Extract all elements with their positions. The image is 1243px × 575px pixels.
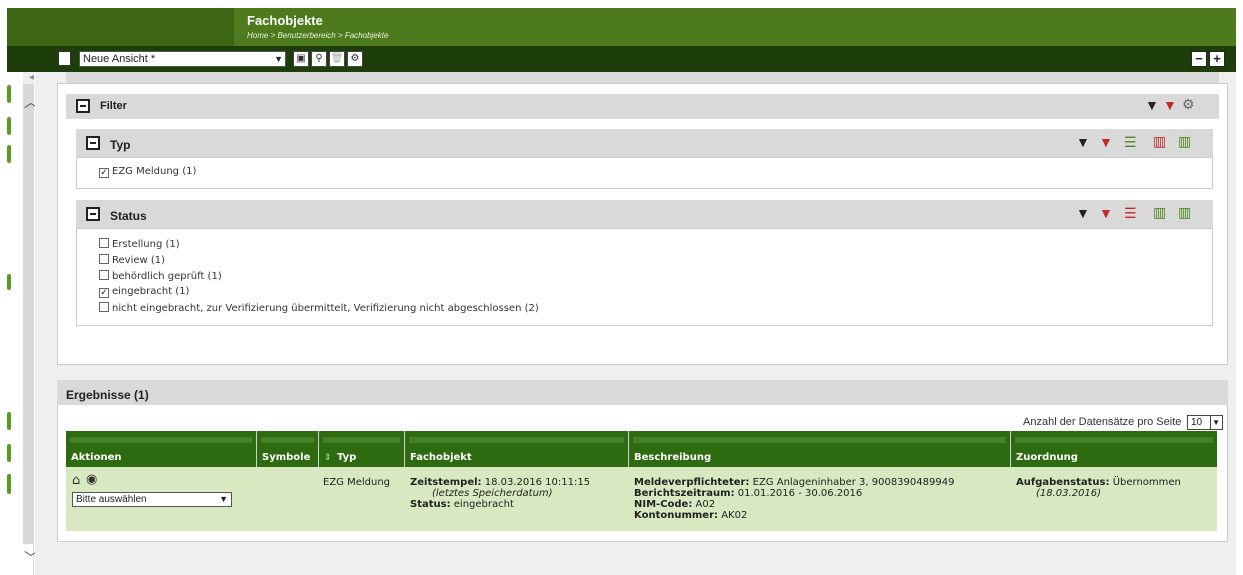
status-option-erstellung[interactable]: Erstellung (1)	[99, 238, 180, 251]
typ-collapse-icon[interactable]	[86, 136, 100, 150]
column-header-typ[interactable]: Typ ⇕	[319, 431, 405, 467]
filter-header	[66, 94, 1219, 119]
column-header-symbole[interactable]: Symbole	[257, 431, 319, 467]
indicator-mark	[7, 474, 11, 494]
indicator-mark	[7, 145, 11, 163]
filter-icon[interactable]: ▼	[1076, 135, 1090, 149]
chevron-down-icon: ▼	[219, 494, 228, 504]
header-logo-area	[7, 8, 234, 46]
cell-beschreibung: Meldeverpflichteter: EZG Anlageninhaber …	[634, 477, 955, 521]
page-title: Fachobjekte	[247, 13, 323, 28]
remove-column-icon[interactable]: ▥	[1153, 205, 1166, 219]
eye-icon[interactable]: ◉	[86, 473, 97, 486]
indicator-mark	[7, 274, 11, 290]
filter-collapse-icon[interactable]	[76, 99, 90, 113]
expand-all-icon[interactable]: +	[1209, 51, 1225, 67]
gear-icon[interactable]: ⚙	[1182, 97, 1195, 111]
filter-icon[interactable]: ▼	[1145, 98, 1159, 112]
save-view-icon[interactable]: ▣	[293, 51, 309, 67]
delete-view-icon[interactable]: 🗑	[329, 51, 345, 67]
breadcrumb[interactable]: Home > Benutzerbereich > Fachobjekte	[247, 31, 388, 40]
status-header	[76, 200, 1213, 228]
status-option-review[interactable]: Review (1)	[99, 254, 165, 267]
status-title: Status	[110, 209, 147, 223]
unlock-icon[interactable]: ⌂	[72, 474, 80, 487]
column-header-fachobjekt[interactable]: Fachobjekt	[405, 431, 629, 467]
checkbox[interactable]	[99, 302, 109, 312]
cell-fachobjekt: Zeitstempel: 18.03.2016 10:11:15 (letzte…	[410, 477, 591, 510]
chevron-down-icon: ▼	[274, 54, 283, 64]
typ-option-ezg[interactable]: ✓ EZG Meldung (1)	[99, 166, 196, 179]
deselect-all-icon[interactable]: ☰	[1124, 206, 1137, 220]
indicator-mark	[7, 444, 11, 462]
column-header-zuordnung[interactable]: Zuordnung	[1011, 431, 1217, 467]
filter-settings-icon[interactable]: ⚲	[311, 51, 327, 67]
column-header-beschreibung[interactable]: Beschreibung	[629, 431, 1011, 467]
filter-remove-icon[interactable]: ▼	[1163, 98, 1177, 112]
collapse-all-icon[interactable]: −	[1191, 51, 1207, 67]
status-option-nicht-eingebracht[interactable]: nicht eingebracht, zur Verifizierung übe…	[99, 302, 539, 315]
per-page-select[interactable]: 10 ▼	[1187, 415, 1223, 430]
view-select[interactable]: Neue Ansicht * ▼	[79, 51, 286, 67]
checkbox[interactable]	[99, 270, 109, 280]
cell-zuordnung: Aufgabenstatus: Übernommen (18.03.2016)	[1016, 477, 1181, 499]
remove-column-icon[interactable]: ▥	[1153, 134, 1166, 148]
typ-header	[76, 129, 1213, 157]
select-all-icon[interactable]: ☰	[1124, 135, 1137, 149]
checkbox-checked[interactable]: ✓	[99, 288, 109, 298]
action-select[interactable]: Bitte auswählen ▼	[72, 492, 232, 507]
gear-icon[interactable]: ⚙	[347, 51, 363, 67]
typ-body	[76, 157, 1213, 189]
column-header-aktionen[interactable]: Aktionen	[66, 431, 257, 467]
checkbox[interactable]	[99, 238, 109, 248]
per-page-label: Anzahl der Datensätze pro Seite	[1023, 416, 1182, 428]
status-option-eingebracht[interactable]: ✓ eingebracht (1)	[99, 286, 189, 299]
filter-remove-icon[interactable]: ▼	[1099, 135, 1113, 149]
view-select-value: Neue Ansicht *	[83, 53, 156, 65]
typ-title: Typ	[110, 138, 131, 152]
table-row[interactable]: ⌂ ◉ EZG Meldung Zeitstempel: 18.03.2016 …	[66, 467, 1217, 531]
results-title: Ergebnisse (1)	[66, 388, 149, 402]
checkbox-checked[interactable]: ✓	[99, 168, 109, 178]
chevron-down-icon: ▼	[1210, 416, 1220, 429]
scrollbar-track[interactable]	[23, 84, 34, 544]
filter-title: Filter	[100, 100, 127, 112]
add-column-icon[interactable]: ▥	[1178, 134, 1191, 148]
cell-typ: EZG Meldung	[323, 477, 391, 488]
collapsed-panel-header[interactable]	[66, 72, 1219, 83]
filter-icon[interactable]: ▼	[1076, 206, 1090, 220]
chevron-left-icon[interactable]: ◂	[29, 72, 34, 83]
add-column-icon[interactable]: ▥	[1178, 205, 1191, 219]
status-option-geprueft[interactable]: behördlich geprüft (1)	[99, 270, 222, 283]
status-collapse-icon[interactable]	[86, 207, 100, 221]
sort-icon: ⇕	[324, 453, 332, 463]
filter-remove-icon[interactable]: ▼	[1099, 206, 1113, 220]
indicator-mark	[7, 117, 11, 135]
new-document-icon[interactable]	[58, 51, 71, 66]
indicator-mark	[7, 412, 11, 430]
results-header	[57, 380, 1228, 405]
indicator-mark	[7, 85, 11, 103]
checkbox[interactable]	[99, 254, 109, 264]
